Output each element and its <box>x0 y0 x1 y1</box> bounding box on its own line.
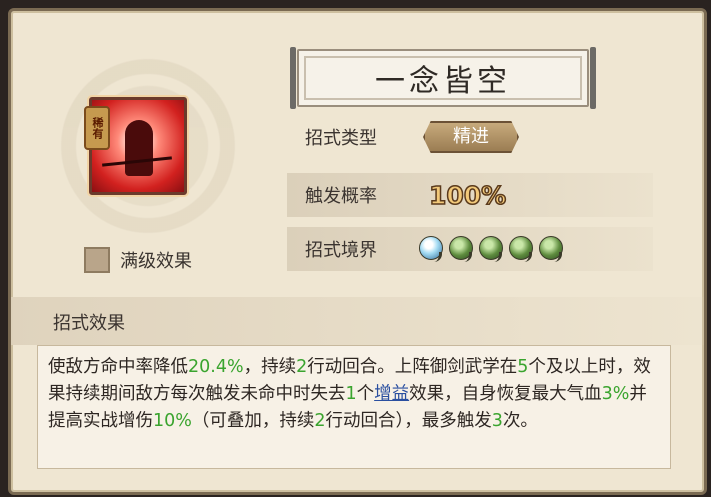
realm-orb-icon <box>509 236 533 262</box>
swordsman-figure-icon <box>125 120 153 176</box>
realm-orb-icon <box>479 236 503 262</box>
effect-value: 3% <box>601 384 630 404</box>
trigger-rate-row: 触发概率 100% <box>287 173 653 217</box>
effect-value: 10% <box>153 411 192 431</box>
effect-section-title: 招式效果 <box>53 313 125 334</box>
effect-text: 个 <box>356 384 375 404</box>
skill-type-badge: 精进 <box>423 121 519 153</box>
realm-orb-icon <box>419 236 443 262</box>
realm-orb-icon <box>449 236 473 262</box>
skill-detail-panel: 一念皆空 稀有 满级效果 招式类型 精进 触发概率 100% 招式境界 招式效果… <box>8 8 707 495</box>
skill-realm-row: 招式境界 <box>287 227 653 271</box>
rarity-badge: 稀有 <box>84 106 110 150</box>
effect-text: 行动回合），最多触发 <box>325 411 492 431</box>
max-level-effect-toggle[interactable]: 满级效果 <box>84 247 192 273</box>
trigger-rate-label: 触发概率 <box>305 186 377 207</box>
effect-value: 3 <box>491 411 503 431</box>
realm-level-indicator <box>419 236 563 262</box>
effect-text: ，持续 <box>243 357 297 377</box>
effect-value: 2 <box>296 357 308 377</box>
skill-icon[interactable]: 稀有 <box>84 97 187 195</box>
banner-right-cap <box>590 47 596 109</box>
max-level-checkbox[interactable] <box>84 247 110 273</box>
skill-realm-label: 招式境界 <box>305 240 377 261</box>
trigger-rate-value: 100% <box>428 180 507 211</box>
effect-value: 20.4% <box>188 357 244 377</box>
effect-text: 次。 <box>502 411 538 431</box>
effect-text: （可叠加，持续 <box>191 411 315 431</box>
effect-value: 1 <box>345 384 357 404</box>
buff-keyword-link[interactable]: 增益 <box>374 384 409 404</box>
skill-title: 一念皆空 <box>375 64 511 99</box>
effect-description: 使敌方命中率降低20.4%，持续2行动回合。上阵御剑武学在5个及以上时，效果持续… <box>37 345 671 469</box>
realm-orb-icon <box>539 236 563 262</box>
effect-text: 行动回合。上阵御剑武学在 <box>307 357 518 377</box>
skill-title-banner: 一念皆空 <box>290 47 596 109</box>
effect-value: 5 <box>517 357 529 377</box>
effect-value: 2 <box>314 411 326 431</box>
max-level-label: 满级效果 <box>120 251 192 272</box>
effect-text: 使敌方命中率降低 <box>48 357 188 377</box>
skill-type-row: 招式类型 精进 <box>287 115 653 159</box>
banner-left-cap <box>290 47 296 109</box>
effect-text: 效果，自身恢复最大气血 <box>409 384 602 404</box>
skill-type-label: 招式类型 <box>305 128 377 149</box>
effect-section-header: 招式效果 <box>11 297 704 345</box>
